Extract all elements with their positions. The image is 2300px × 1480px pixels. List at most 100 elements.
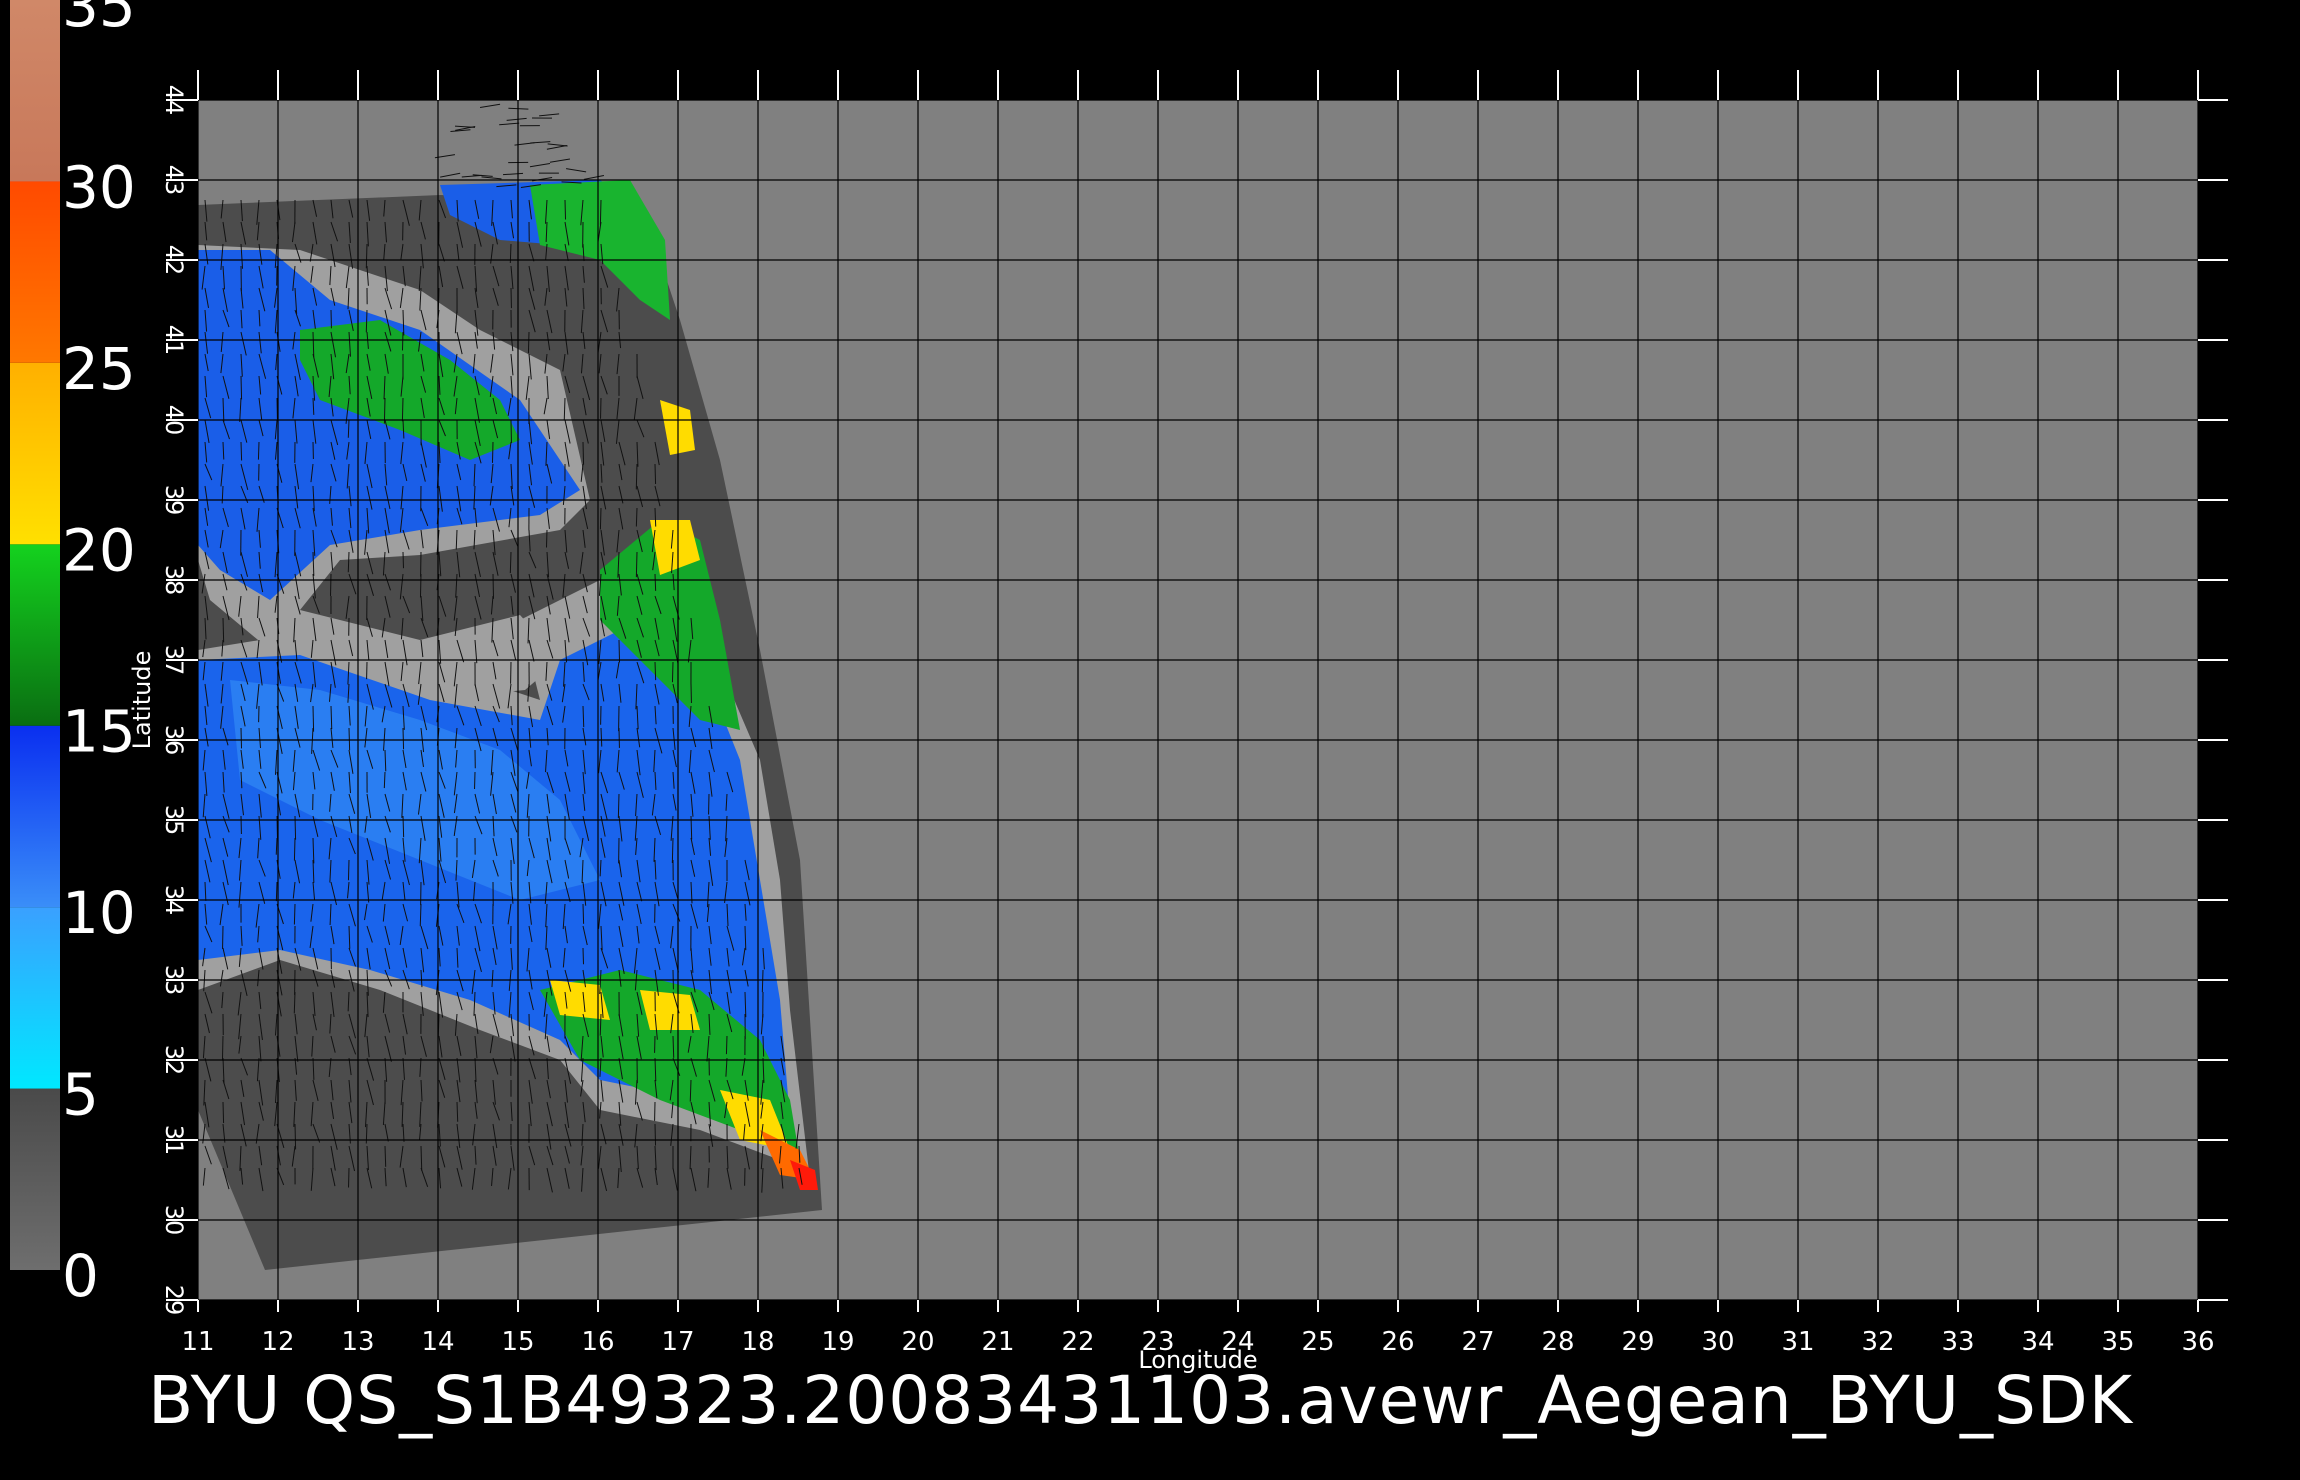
wind-vector xyxy=(275,881,278,902)
wind-vector xyxy=(257,441,260,460)
wind-vector xyxy=(348,727,351,751)
colorbar-tick-label: 10 xyxy=(62,879,136,947)
wind-vector xyxy=(222,1101,225,1124)
wind-vector xyxy=(599,507,602,530)
colorbar-tick-label: 5 xyxy=(62,1061,99,1129)
wind-vector xyxy=(671,661,674,683)
wind-vector xyxy=(635,551,638,578)
x-tick-label: 31 xyxy=(1781,1327,1814,1357)
y-tick-label: 43 xyxy=(160,165,188,196)
wind-vector xyxy=(402,815,405,838)
wind-vector xyxy=(384,1145,387,1167)
x-tick-label: 14 xyxy=(421,1327,454,1357)
x-tick-label: 26 xyxy=(1381,1327,1414,1357)
wind-vector xyxy=(654,573,657,591)
wind-vector xyxy=(761,969,764,993)
wind-vector xyxy=(509,551,512,574)
colorbar-tick-label: 15 xyxy=(62,698,136,766)
wind-vector xyxy=(365,309,368,333)
wind-vector xyxy=(654,463,657,485)
wind-vector xyxy=(347,859,350,881)
wind-vector xyxy=(293,903,296,925)
wind-vector xyxy=(491,441,494,463)
x-tick-label: 34 xyxy=(2021,1327,2054,1357)
y-tick-label: 29 xyxy=(160,1285,188,1316)
wind-vector xyxy=(240,727,243,749)
y-tick-label: 38 xyxy=(160,565,188,596)
colorbar-tick-label: 20 xyxy=(62,516,136,584)
y-tick-label: 33 xyxy=(160,965,188,996)
y-tick-label: 39 xyxy=(160,485,188,516)
wind-vector xyxy=(222,617,225,643)
y-tick-label: 31 xyxy=(160,1125,188,1156)
wind-vector xyxy=(654,1123,657,1146)
y-tick-label: 40 xyxy=(160,405,188,436)
x-tick-label: 27 xyxy=(1461,1327,1494,1357)
x-tick-label: 33 xyxy=(1941,1327,1974,1357)
wind-vector xyxy=(545,529,548,548)
x-tick-label: 18 xyxy=(741,1327,774,1357)
y-axis-label: Latitude xyxy=(128,651,156,750)
y-tick-label: 44 xyxy=(160,85,188,116)
y-tick-label: 41 xyxy=(160,325,188,356)
x-tick-label: 15 xyxy=(501,1327,534,1357)
wind-vector xyxy=(240,441,243,461)
wind-vector xyxy=(456,1101,459,1122)
colorbar-segment xyxy=(10,544,60,726)
wind-vector xyxy=(293,991,296,1014)
wind-vector xyxy=(671,837,674,864)
y-tick-label: 35 xyxy=(160,805,188,836)
wind-vector xyxy=(402,727,405,750)
wind-vector xyxy=(401,397,404,422)
wind-vector xyxy=(294,1123,297,1150)
x-tick-label: 28 xyxy=(1541,1327,1574,1357)
y-tick-label: 36 xyxy=(160,725,188,756)
wind-vector xyxy=(293,837,296,861)
wind-speed-map-figure: 0 5 10 15 20 25 30 35 11 12 13 14 15 16 17 18 19 20 21 22 2… xyxy=(10,0,2228,1374)
x-tick-label: 20 xyxy=(901,1327,934,1357)
y-tick-label: 30 xyxy=(160,1205,188,1236)
wind-vector xyxy=(527,331,530,354)
x-tick-label: 29 xyxy=(1621,1327,1654,1357)
wind-vector xyxy=(582,903,585,924)
wind-vector xyxy=(635,507,638,527)
x-tick-label: 25 xyxy=(1301,1327,1334,1357)
wind-vector xyxy=(312,705,315,732)
x-tick-label: 19 xyxy=(821,1327,854,1357)
x-tick-label: 12 xyxy=(261,1327,294,1357)
colorbar-tick-label: 35 xyxy=(62,0,136,40)
colorbar-segment xyxy=(10,0,60,182)
wind-vector xyxy=(419,573,422,598)
wind-vector xyxy=(221,1035,224,1061)
colorbar-segment xyxy=(10,725,60,908)
wind-vector xyxy=(564,199,567,220)
x-tick-label: 30 xyxy=(1701,1327,1734,1357)
x-tick-label: 16 xyxy=(581,1327,614,1357)
wind-vector xyxy=(654,661,657,681)
y-tick-label: 37 xyxy=(160,645,188,676)
wind-vector xyxy=(383,771,386,789)
colorbar-segment xyxy=(10,1088,60,1270)
wind-vector xyxy=(582,441,585,465)
x-tick-label: 32 xyxy=(1861,1327,1894,1357)
colorbar-segment xyxy=(10,907,60,1089)
x-tick-label: 17 xyxy=(661,1327,694,1357)
colorbar-segment xyxy=(10,362,60,545)
colorbar-tick-label: 0 xyxy=(62,1242,99,1310)
wind-vector xyxy=(599,199,602,225)
x-tick-label: 35 xyxy=(2101,1327,2134,1357)
wind-vector xyxy=(401,331,404,351)
y-tick-labels: 29 30 31 32 33 34 35 36 37 38 39 40 41 42 43 44 xyxy=(160,85,188,1316)
y-tick-label: 42 xyxy=(160,245,188,276)
wind-vector xyxy=(725,1035,728,1055)
x-tick-label: 13 xyxy=(341,1327,374,1357)
y-tick-label: 34 xyxy=(160,885,188,916)
wind-vector xyxy=(365,243,368,269)
wind-vector xyxy=(347,419,350,438)
x-tick-label: 21 xyxy=(981,1327,1014,1357)
x-tick-label: 22 xyxy=(1061,1327,1094,1357)
colorbar-tick-label: 25 xyxy=(62,335,136,403)
colorbar-segment xyxy=(10,181,60,363)
wind-vector xyxy=(240,375,243,400)
colorbar-tick-label: 30 xyxy=(62,153,136,221)
